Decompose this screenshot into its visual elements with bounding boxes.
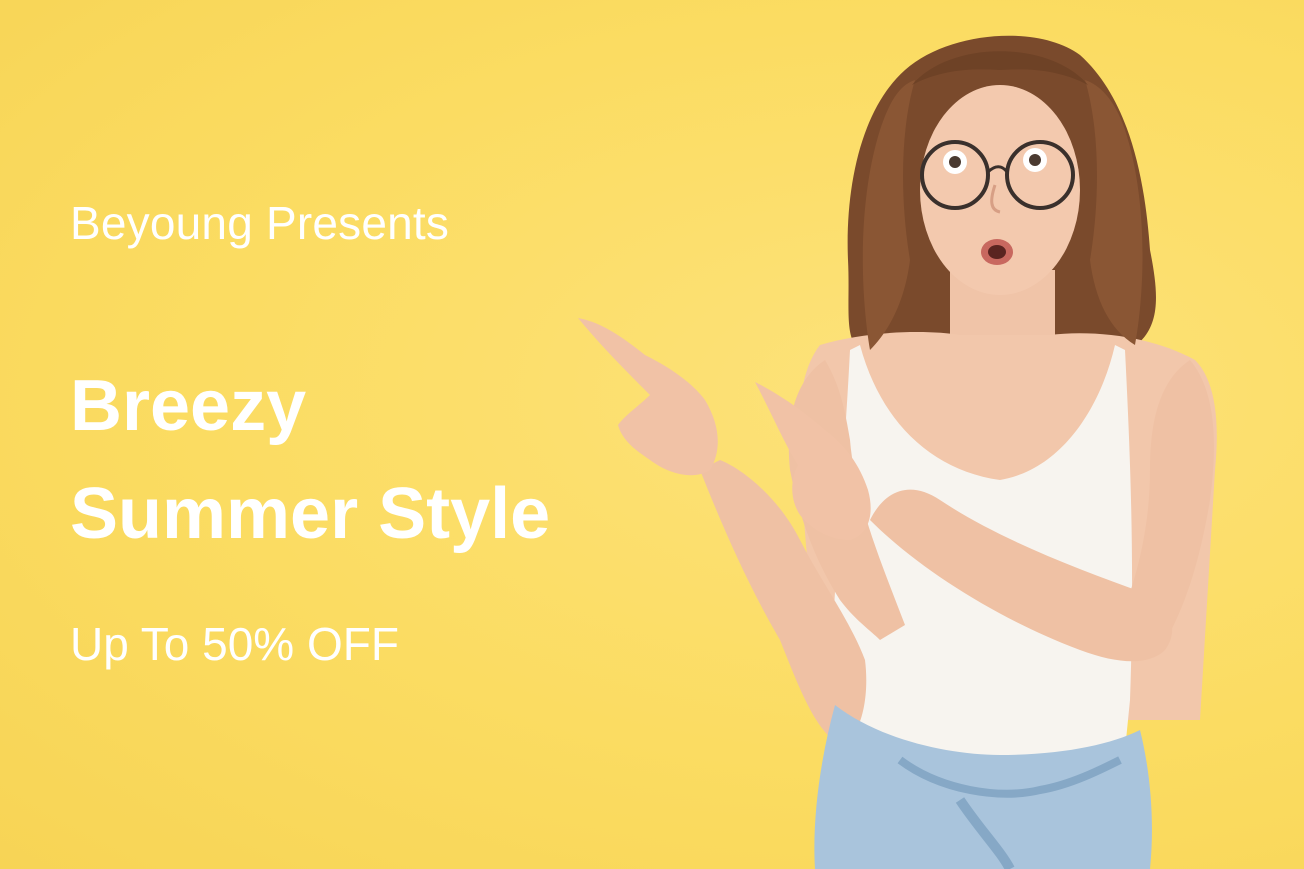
headline-line-1: Breezy [70,366,307,446]
pointing-hand-1 [578,318,718,476]
discount-offer-text: Up To 50% OFF [70,618,399,670]
banner-headline: Breezy Summer Style [70,352,550,568]
headline-line-2: Summer Style [70,474,551,554]
promo-banner[interactable]: Beyoung Presents Breezy Summer Style Up … [0,0,1304,869]
brand-presents-text: Beyoung Presents [70,197,450,249]
model-photo [578,35,1217,869]
